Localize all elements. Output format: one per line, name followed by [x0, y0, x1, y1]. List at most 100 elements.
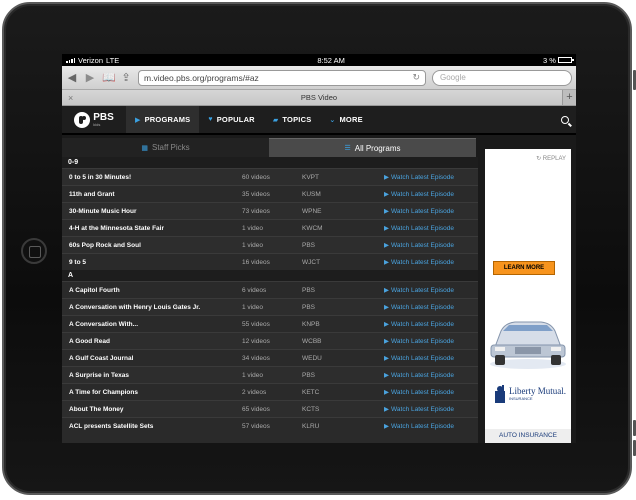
program-row[interactable]: 30-Minute Music Hour 73 videos WPNE ▶ Watch …: [62, 202, 478, 219]
watch-latest-label: Watch Latest Episode: [391, 286, 454, 294]
learn-more-button[interactable]: LEARN MORE: [493, 261, 555, 275]
program-title[interactable]: 60s Pop Rock and Soul: [62, 242, 242, 249]
brand-name: Liberty Mutual.: [509, 386, 566, 396]
tab-all-programs[interactable]: ☰ All Programs: [269, 138, 476, 157]
station-code: WEDU: [302, 354, 322, 362]
add-tab-button[interactable]: +: [562, 90, 576, 105]
play-icon: ▶: [384, 372, 389, 379]
play-icon: ▶: [384, 338, 389, 345]
advertisement[interactable]: ↻ REPLAY LEARN MORE Liberty Mutual. INSU…: [485, 149, 571, 443]
program-title[interactable]: A Conversation with Henry Louis Gates Jr…: [62, 304, 242, 311]
share-icon[interactable]: ⇪: [120, 71, 132, 84]
bookmarks-icon[interactable]: 📖: [102, 71, 116, 84]
brand-logo: Liberty Mutual. INSURANCE: [494, 385, 566, 403]
search-icon: [561, 115, 569, 124]
program-title[interactable]: ACL presents Satellite Sets: [62, 423, 242, 430]
watch-latest-label: Watch Latest Episode: [391, 224, 454, 232]
station-code: KCTS: [302, 405, 320, 413]
program-title[interactable]: 11th and Grant: [62, 191, 242, 198]
watch-latest-label: Watch Latest Episode: [391, 241, 454, 249]
station-code: KLRU: [302, 422, 320, 430]
program-row[interactable]: 11th and Grant 35 videos KUSM ▶ Watch Latest…: [62, 185, 478, 202]
program-row[interactable]: ACL presents Satellite Sets 57 videos KLRU…: [62, 417, 478, 434]
program-row[interactable]: A Good Read 12 videos WCBB ▶ Watch Latest Ep…: [62, 332, 478, 349]
station-code: WCBB: [302, 337, 322, 345]
replay-label: REPLAY: [542, 156, 566, 162]
watch-latest-link[interactable]: ▶ Watch Latest Episode: [384, 320, 454, 329]
program-title[interactable]: A Good Read: [62, 338, 242, 345]
play-icon: ▶: [384, 406, 389, 413]
program-title[interactable]: A Gulf Coast Journal: [62, 355, 242, 362]
play-icon: ▶: [135, 116, 141, 124]
brand-subtitle: INSURANCE: [509, 396, 533, 401]
site-header: PBS kids ▶ PROGRAMS ♥ POPULAR ▰ TOPICS ⌄…: [62, 106, 576, 134]
program-row[interactable]: A Capitol Fourth 6 videos PBS ▶ Watch Latest…: [62, 281, 478, 298]
watch-latest-link[interactable]: ▶ Watch Latest Episode: [384, 190, 454, 199]
program-title[interactable]: A Time for Champions: [62, 389, 242, 396]
watch-latest-link[interactable]: ▶ Watch Latest Episode: [384, 422, 454, 431]
watch-latest-label: Watch Latest Episode: [391, 190, 454, 198]
program-title[interactable]: A Surprise in Texas: [62, 372, 242, 379]
program-row[interactable]: A Time for Champions 2 videos KETC ▶ Watch L…: [62, 383, 478, 400]
watch-latest-link[interactable]: ▶ Watch Latest Episode: [384, 371, 454, 380]
program-title[interactable]: 0 to 5 in 30 Minutes!: [62, 174, 242, 181]
nav-programs[interactable]: ▶ PROGRAMS: [126, 106, 200, 133]
watch-latest-link[interactable]: ▶ Watch Latest Episode: [384, 388, 454, 397]
program-title[interactable]: About The Money: [62, 406, 242, 413]
video-count: 1 video: [242, 303, 263, 311]
program-row[interactable]: 60s Pop Rock and Soul 1 video PBS ▶ Watch La…: [62, 236, 478, 253]
nav-more[interactable]: ⌄ MORE: [320, 106, 371, 133]
program-title[interactable]: A Conversation With...: [62, 321, 242, 328]
tab-staff-picks[interactable]: ▦ Staff Picks: [62, 138, 269, 157]
program-row[interactable]: About The Money 65 videos KCTS ▶ Watch Lates…: [62, 400, 478, 417]
video-count: 55 videos: [242, 320, 270, 328]
program-row[interactable]: 4-H at the Minnesota State Fair 1 video KW…: [62, 219, 478, 236]
program-title[interactable]: 9 to 5: [62, 259, 242, 266]
program-row[interactable]: 0 to 5 in 30 Minutes! 60 videos KVPT ▶ Watch…: [62, 168, 478, 185]
nav-popular[interactable]: ♥ POPULAR: [199, 106, 263, 133]
nav-topics-label: TOPICS: [282, 115, 312, 124]
reload-icon[interactable]: ↻: [412, 72, 420, 83]
watch-latest-link[interactable]: ▶ Watch Latest Episode: [384, 405, 454, 414]
station-code: WJCT: [302, 258, 321, 266]
station-code: KWCM: [302, 224, 323, 232]
watch-latest-link[interactable]: ▶ Watch Latest Episode: [384, 207, 454, 216]
program-row[interactable]: 9 to 5 16 videos WJCT ▶ Watch Latest Episode: [62, 253, 478, 270]
program-row[interactable]: A Surprise in Texas 1 video PBS ▶ Watch Late…: [62, 366, 478, 383]
page-content: ▦ Staff Picks ☰ All Programs 0-9 0 to 5 i…: [62, 135, 576, 443]
home-button[interactable]: [21, 238, 47, 264]
program-title[interactable]: 30-Minute Music Hour: [62, 208, 242, 215]
search-input[interactable]: Google: [432, 69, 572, 86]
replay-button[interactable]: ↻ REPLAY: [536, 155, 566, 162]
clock: 8:52 AM: [317, 55, 345, 65]
url-field[interactable]: m.video.pbs.org/programs/#az ↻: [138, 69, 426, 86]
station-code: KUSM: [302, 190, 321, 198]
heart-icon: ♥: [208, 116, 213, 123]
watch-latest-link[interactable]: ▶ Watch Latest Episode: [384, 354, 454, 363]
back-icon[interactable]: ◀: [66, 71, 78, 84]
tab-staff-picks-label: Staff Picks: [151, 143, 190, 152]
watch-latest-link[interactable]: ▶ Watch Latest Episode: [384, 303, 454, 312]
program-row[interactable]: A Conversation with Henry Louis Gates Jr…: [62, 298, 478, 315]
forward-icon[interactable]: ▶: [84, 71, 96, 84]
station-code: PBS: [302, 286, 316, 294]
nav-programs-label: PROGRAMS: [144, 115, 191, 124]
watch-latest-link[interactable]: ▶ Watch Latest Episode: [384, 241, 454, 250]
play-icon: ▶: [384, 389, 389, 396]
site-search-button[interactable]: [554, 106, 576, 133]
nav-topics[interactable]: ▰ TOPICS: [264, 106, 321, 133]
program-title[interactable]: A Capitol Fourth: [62, 287, 242, 294]
program-title[interactable]: 4-H at the Minnesota State Fair: [62, 225, 242, 232]
play-icon: ▶: [384, 423, 389, 430]
watch-latest-link[interactable]: ▶ Watch Latest Episode: [384, 337, 454, 346]
screen: Verizon LTE 8:52 AM 3 % ◀ ▶ 📖 ⇪ m.video.…: [62, 54, 576, 443]
pbs-logo[interactable]: PBS kids: [62, 106, 126, 133]
video-count: 57 videos: [242, 422, 270, 430]
program-row[interactable]: A Gulf Coast Journal 34 videos WEDU ▶ Watch …: [62, 349, 478, 366]
program-row[interactable]: A Conversation With... 55 videos KNPB ▶ Watc…: [62, 315, 478, 332]
tab-title: PBS Video: [300, 93, 338, 102]
watch-latest-link[interactable]: ▶ Watch Latest Episode: [384, 224, 454, 233]
watch-latest-link[interactable]: ▶ Watch Latest Episode: [384, 286, 454, 295]
watch-latest-link[interactable]: ▶ Watch Latest Episode: [384, 258, 454, 267]
watch-latest-link[interactable]: ▶ Watch Latest Episode: [384, 173, 454, 182]
